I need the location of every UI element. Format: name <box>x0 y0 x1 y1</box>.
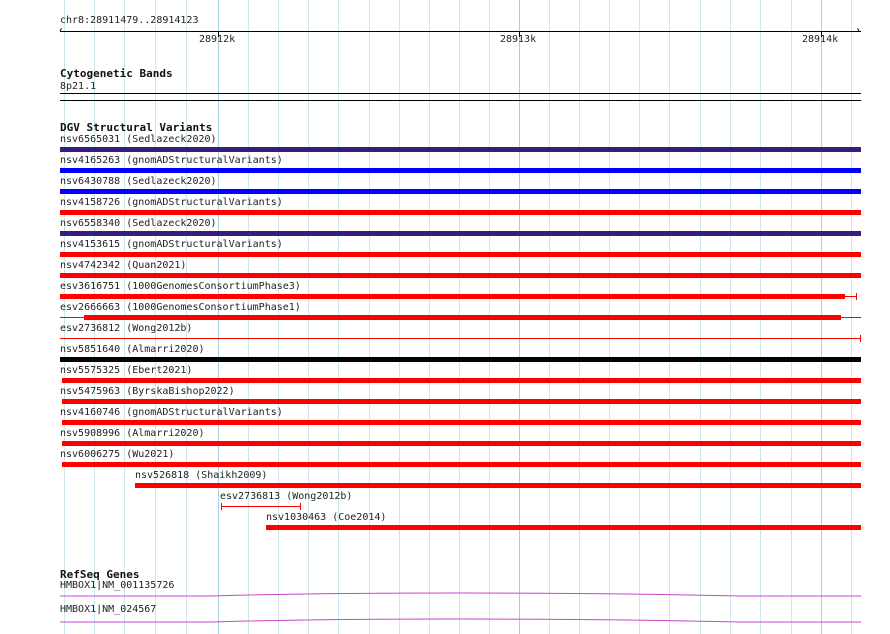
variant-bar[interactable] <box>60 210 861 215</box>
variant-label: nsv6565031 (Sedlazeck2020) <box>60 134 217 145</box>
variant-label: esv3616751 (1000GenomesConsortiumPhase3) <box>60 281 301 292</box>
variant-label: nsv5851640 (Almarri2020) <box>60 344 205 355</box>
variant-label: nsv4165263 (gnomADStructuralVariants) <box>60 155 283 166</box>
variant-bar[interactable] <box>62 462 861 467</box>
variant-range-line[interactable] <box>221 506 301 507</box>
variant-bar[interactable] <box>135 483 861 488</box>
variant-bar[interactable] <box>60 231 861 236</box>
cytobands-track-title[interactable]: Cytogenetic Bands <box>60 67 173 80</box>
gene-model[interactable] <box>60 590 862 602</box>
variant-label: nsv4153615 (gnomADStructuralVariants) <box>60 239 283 250</box>
cytoband-line[interactable] <box>60 93 861 94</box>
variant-range-cap <box>300 503 301 510</box>
variant-label: esv2666663 (1000GenomesConsortiumPhase1) <box>60 302 301 313</box>
variant-bar[interactable] <box>60 357 861 362</box>
variant-label: nsv6006275 (Wu2021) <box>60 449 175 460</box>
variant-label: nsv5575325 (Ebert2021) <box>60 365 193 376</box>
variant-range-cap <box>221 503 222 510</box>
cytoband-label: 8p21.1 <box>60 81 97 92</box>
location-label: chr8:28911479..28914123 <box>60 15 199 26</box>
variant-bar[interactable] <box>60 273 861 278</box>
variant-bar[interactable] <box>60 189 861 194</box>
variant-bar[interactable] <box>84 315 841 320</box>
variant-label: esv2736812 (Wong2012b) <box>60 323 193 334</box>
variant-range-line[interactable] <box>60 338 861 339</box>
variant-bar[interactable] <box>60 252 861 257</box>
variant-label: esv2736813 (Wong2012b) <box>220 491 353 502</box>
variant-bar[interactable] <box>266 525 861 530</box>
variant-bar[interactable] <box>62 420 861 425</box>
variant-label: nsv526818 (Shaikh2009) <box>135 470 268 481</box>
ruler-tick-label: 28913k <box>500 34 537 45</box>
ruler-tick-label: 28912k <box>199 34 236 45</box>
variant-bar[interactable] <box>60 294 845 299</box>
variant-label: nsv1030463 (Coe2014) <box>266 512 387 523</box>
variant-label: nsv4742342 (Quan2021) <box>60 260 187 271</box>
variant-label: nsv5908996 (Almarri2020) <box>60 428 205 439</box>
ruler-axis <box>60 31 861 32</box>
variant-bar[interactable] <box>60 168 861 173</box>
variant-range-cap <box>856 293 857 300</box>
ruler-left-arrow-icon: ‹ <box>58 25 65 36</box>
variant-bar[interactable] <box>62 441 861 446</box>
dgv-track-title[interactable]: DGV Structural Variants <box>60 121 212 134</box>
variant-label: nsv6430788 (Sedlazeck2020) <box>60 176 217 187</box>
gene-model[interactable] <box>60 614 862 626</box>
genome-browser-view: chr8:28911479..28914123 ‹ › 28912k 28913… <box>0 0 890 634</box>
variant-label: nsv5475963 (ByrskaBishop2022) <box>60 386 235 397</box>
variant-label: nsv6558340 (Sedlazeck2020) <box>60 218 217 229</box>
ruler-tick-label: 28914k <box>802 34 839 45</box>
variant-bar[interactable] <box>62 399 861 404</box>
track-divider <box>60 100 861 101</box>
variant-range-cap <box>860 335 861 342</box>
variant-label: nsv4158726 (gnomADStructuralVariants) <box>60 197 283 208</box>
variant-bar[interactable] <box>62 378 861 383</box>
variant-label: nsv4160746 (gnomADStructuralVariants) <box>60 407 283 418</box>
variant-bar[interactable] <box>60 147 861 152</box>
ruler-right-arrow-icon: › <box>855 25 862 36</box>
